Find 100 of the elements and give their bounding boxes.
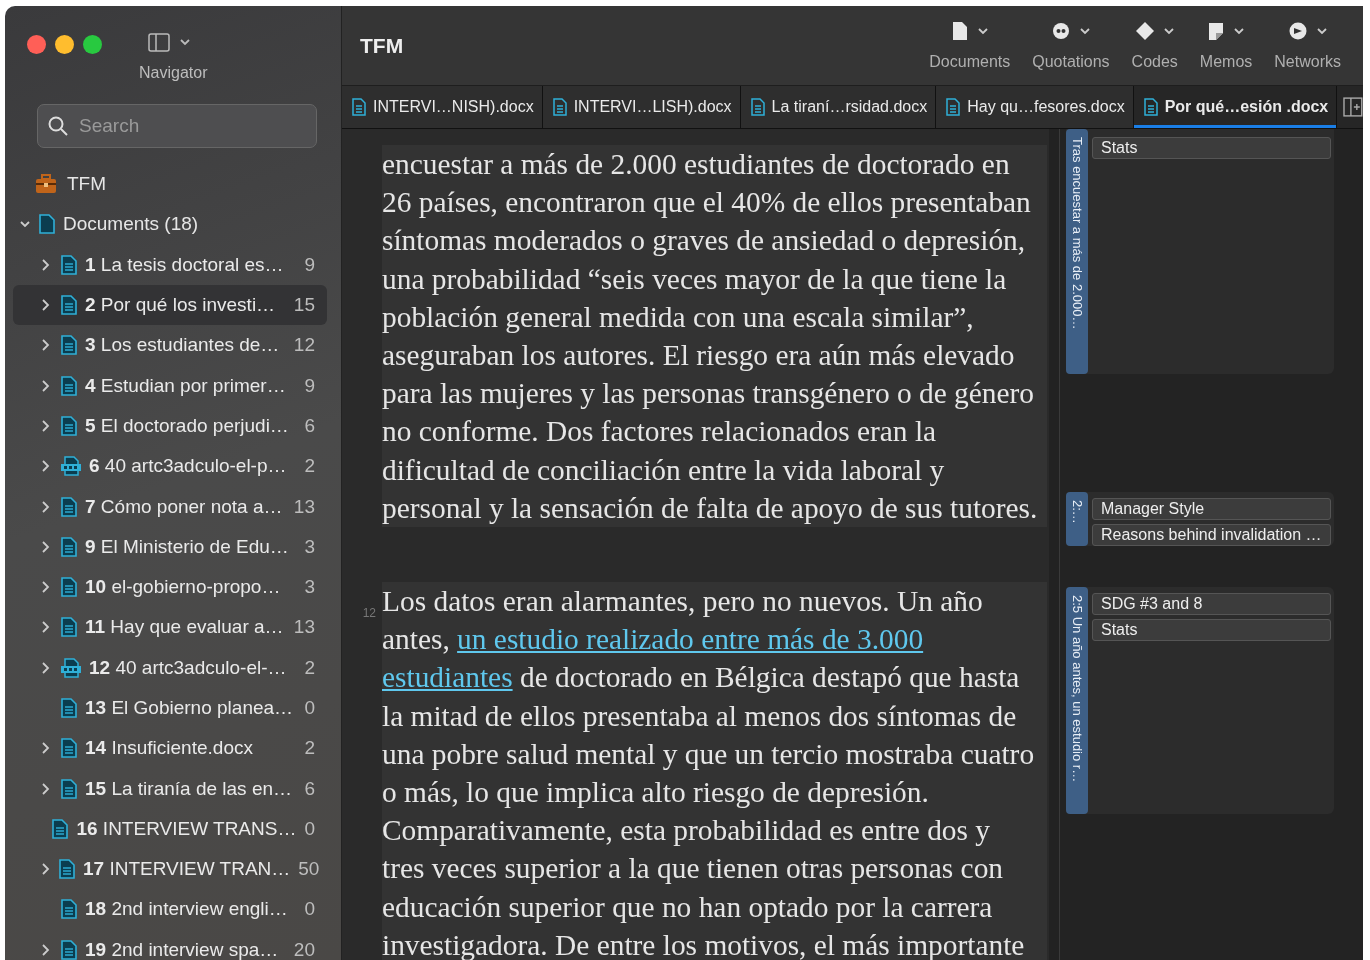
text-document-icon bbox=[61, 778, 77, 799]
document-name: 7 Cómo poner nota a… bbox=[85, 495, 284, 518]
disclosure-chevron-icon[interactable] bbox=[39, 539, 51, 554]
toolbar-button[interactable]: Networks bbox=[1272, 20, 1343, 71]
toolbar-button[interactable]: Quotations bbox=[1030, 20, 1112, 71]
caret-icon bbox=[1162, 25, 1175, 36]
disclosure-chevron-icon[interactable] bbox=[39, 298, 51, 313]
search-field[interactable]: Search bbox=[37, 104, 317, 148]
disclosure-chevron-icon[interactable] bbox=[39, 499, 51, 514]
document-tab[interactable]: Hay qu…fesores.docx bbox=[936, 86, 1134, 128]
document-tab[interactable]: Por qué…esión .docx bbox=[1133, 86, 1338, 128]
text-document-icon bbox=[61, 335, 77, 356]
document-item[interactable]: 19 2nd interview spa… 20 bbox=[13, 929, 327, 960]
disclosure-chevron-icon[interactable] bbox=[39, 741, 51, 756]
close-button[interactable] bbox=[27, 35, 46, 54]
document-item[interactable]: 11 Hay que evaluar a… 13 bbox=[13, 607, 327, 648]
quotation-count: 50 bbox=[298, 858, 321, 881]
caret-icon bbox=[1315, 25, 1328, 36]
caret-icon bbox=[1233, 25, 1246, 36]
quote-bubble-icon bbox=[1050, 20, 1071, 41]
minimize-button[interactable] bbox=[55, 35, 74, 54]
text-document-icon bbox=[946, 98, 961, 116]
quotation-count: 15 bbox=[293, 294, 316, 317]
document-item[interactable]: 14 Insuficiente.docx 2 bbox=[13, 728, 327, 769]
code-tag[interactable]: Reasons behind invalidation … bbox=[1092, 524, 1331, 546]
toolbar-button[interactable]: Documents bbox=[927, 20, 1013, 71]
code-tag[interactable]: Stats bbox=[1092, 619, 1331, 641]
caret-icon bbox=[976, 25, 989, 36]
quotation-count: 0 bbox=[304, 817, 316, 840]
quotation-count: 13 bbox=[293, 616, 316, 639]
quotation-label[interactable]: 2:… bbox=[1066, 492, 1088, 546]
search-input[interactable]: Search bbox=[77, 114, 301, 138]
caret-icon bbox=[1078, 25, 1091, 36]
toolbar-button[interactable]: Memos bbox=[1197, 20, 1255, 71]
quotation-count: 2 bbox=[304, 656, 316, 679]
search-icon bbox=[47, 115, 69, 137]
text-document-icon bbox=[61, 617, 77, 638]
document-name: 5 El doctorado perjudi… bbox=[85, 414, 290, 437]
document-item[interactable]: 16 INTERVIEW TRANS… 0 bbox=[13, 808, 327, 850]
document-name: 3 Los estudiantes de… bbox=[85, 334, 281, 357]
documents-group-label[interactable]: Documents (18) bbox=[63, 213, 199, 236]
text-document-icon bbox=[61, 496, 77, 517]
document-tab[interactable]: INTERVI…LISH).docx bbox=[542, 86, 741, 128]
quotation-count: 2 bbox=[304, 455, 316, 478]
document-item[interactable]: 9 El Ministerio de Edu… 3 bbox=[13, 526, 327, 567]
text-document-icon bbox=[59, 859, 75, 880]
quotation-card[interactable]: 2:… Manager Style Reasons behind invalidation … bbox=[1066, 492, 1334, 546]
text-document-icon bbox=[52, 818, 69, 839]
document-item[interactable]: 7 Cómo poner nota a… 13 bbox=[13, 486, 327, 527]
pdf-document-icon bbox=[61, 657, 81, 678]
zoom-button[interactable] bbox=[83, 35, 102, 54]
document-item[interactable]: 12 40 artc3adculo-el-… 2 bbox=[13, 647, 327, 688]
document-item[interactable]: 3 Los estudiantes de… 12 bbox=[13, 325, 327, 366]
document-name: 10 el-gobierno-propo… bbox=[85, 576, 282, 599]
toolbar-button[interactable]: Codes bbox=[1129, 20, 1180, 71]
disclosure-chevron-icon[interactable] bbox=[39, 459, 51, 474]
document-item[interactable]: 10 el-gobierno-propo… 3 bbox=[13, 566, 327, 608]
document-tab[interactable]: INTERVI…NISH).docx bbox=[342, 86, 543, 128]
quotation-label[interactable]: 2:5 Un año antes, un estudio r… bbox=[1066, 587, 1088, 814]
document-item[interactable]: 1 La tesis doctoral es… 9 bbox=[13, 244, 327, 285]
document-item[interactable]: 13 El Gobierno planea… 0 bbox=[13, 687, 327, 729]
split-view-icon[interactable] bbox=[1343, 97, 1363, 117]
quotation-card[interactable]: Tras encuestar a más de 2.000… Stats bbox=[1066, 129, 1334, 374]
document-name: 4 Estudian por primer… bbox=[85, 374, 287, 397]
link[interactable]: un estudio realizado entre más de 3.000 bbox=[457, 623, 924, 656]
disclosure-chevron-icon[interactable] bbox=[39, 781, 51, 796]
document-icon bbox=[950, 20, 969, 41]
document-item[interactable]: 2 Por qué los investi… 15 bbox=[13, 284, 327, 326]
quotation-count: 6 bbox=[304, 414, 316, 437]
document-item[interactable]: 4 Estudian por primer… 9 bbox=[13, 365, 327, 406]
quotation-label[interactable]: Tras encuestar a más de 2.000… bbox=[1066, 129, 1088, 374]
document-item[interactable]: 18 2nd interview engli… 0 bbox=[13, 889, 327, 930]
document-item[interactable]: 5 El doctorado perjudi… 6 bbox=[13, 405, 327, 447]
quotation-count: 12 bbox=[293, 334, 316, 357]
text-document-icon bbox=[61, 375, 77, 396]
disclosure-chevron-icon[interactable] bbox=[39, 338, 51, 353]
text-document-icon bbox=[61, 939, 77, 960]
code-tag[interactable]: Stats bbox=[1092, 137, 1331, 159]
disclosure-chevron-icon[interactable] bbox=[39, 378, 51, 393]
document-name: 17 INTERVIEW TRAN… bbox=[83, 858, 291, 881]
disclosure-chevron-icon[interactable] bbox=[39, 942, 51, 957]
code-tag[interactable]: SDG #3 and 8 bbox=[1092, 593, 1331, 615]
document-name: 12 40 artc3adculo-el-… bbox=[89, 656, 288, 679]
quotation-count: 3 bbox=[304, 535, 316, 558]
document-item[interactable]: 15 La tiranía de las en… 6 bbox=[13, 768, 327, 809]
disclosure-chevron-icon[interactable] bbox=[39, 580, 51, 595]
disclosure-chevron-icon[interactable] bbox=[39, 862, 51, 877]
disclosure-chevron-icon[interactable] bbox=[39, 257, 51, 272]
disclosure-chevron-icon[interactable] bbox=[39, 660, 51, 675]
document-tab[interactable]: La tiraní…rsidad.docx bbox=[740, 86, 937, 128]
disclosure-chevron-icon[interactable] bbox=[39, 620, 51, 635]
project-label[interactable]: TFM bbox=[67, 173, 107, 196]
text-document-icon bbox=[61, 738, 77, 759]
document-item[interactable]: 17 INTERVIEW TRAN… 50 bbox=[13, 849, 327, 890]
code-tag[interactable]: Manager Style bbox=[1092, 498, 1331, 520]
document-item[interactable]: 6 40 artc3adculo-el-p… 2 bbox=[13, 446, 327, 487]
document-name: 1 La tesis doctoral es… bbox=[85, 253, 285, 276]
disclosure-chevron-icon[interactable] bbox=[39, 418, 51, 433]
quotation-count: 13 bbox=[293, 495, 316, 518]
link[interactable]: estudiantes bbox=[382, 661, 513, 694]
